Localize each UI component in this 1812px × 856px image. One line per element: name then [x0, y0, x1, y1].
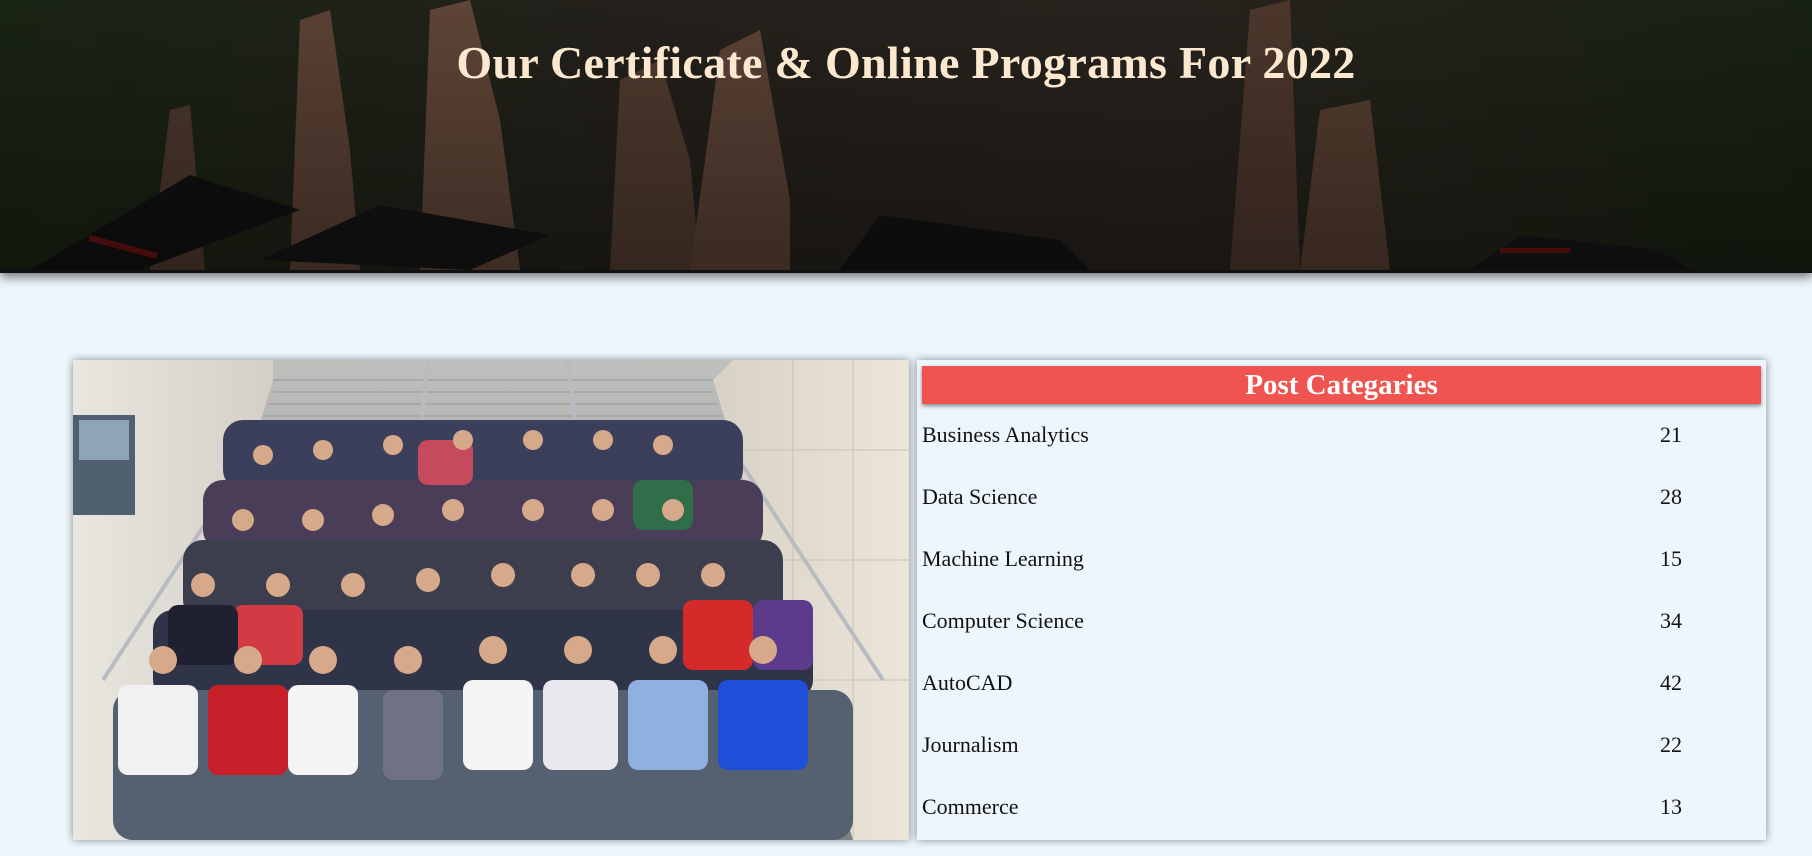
- category-name: Data Science: [922, 484, 1038, 509]
- students-photo: [73, 360, 909, 840]
- category-item-autocad[interactable]: AutoCAD 42: [922, 670, 1682, 732]
- category-count: 42: [1660, 670, 1682, 695]
- hero-banner: Our Certificate & Online Programs For 20…: [0, 0, 1812, 273]
- post-categories-panel: Post Categaries Business Analytics 21 Da…: [917, 360, 1766, 840]
- category-item-machine-learning[interactable]: Machine Learning 15: [922, 546, 1682, 608]
- category-count: 15: [1660, 546, 1682, 571]
- category-item-business-analytics[interactable]: Business Analytics 21: [922, 422, 1682, 484]
- category-count: 22: [1660, 732, 1682, 757]
- category-name: Machine Learning: [922, 546, 1084, 571]
- category-item-computer-science[interactable]: Computer Science 34: [922, 608, 1682, 670]
- categories-list: Business Analytics 21 Data Science 28 Ma…: [922, 422, 1682, 856]
- category-name: AutoCAD: [922, 670, 1013, 695]
- category-name: Business Analytics: [922, 422, 1089, 447]
- category-item-journalism[interactable]: Journalism 22: [922, 732, 1682, 794]
- page-title: Our Certificate & Online Programs For 20…: [456, 37, 1356, 88]
- category-item-commerce[interactable]: Commerce 13: [922, 794, 1682, 856]
- category-count: 21: [1660, 422, 1682, 447]
- category-count: 13: [1660, 794, 1682, 819]
- students-group-image: [73, 360, 909, 840]
- category-name: Computer Science: [922, 608, 1084, 633]
- category-count: 34: [1660, 608, 1682, 633]
- category-name: Journalism: [922, 732, 1019, 757]
- categories-heading: Post Categaries: [922, 366, 1761, 404]
- category-name: Commerce: [922, 794, 1019, 819]
- category-count: 28: [1660, 484, 1682, 509]
- category-item-data-science[interactable]: Data Science 28: [922, 484, 1682, 546]
